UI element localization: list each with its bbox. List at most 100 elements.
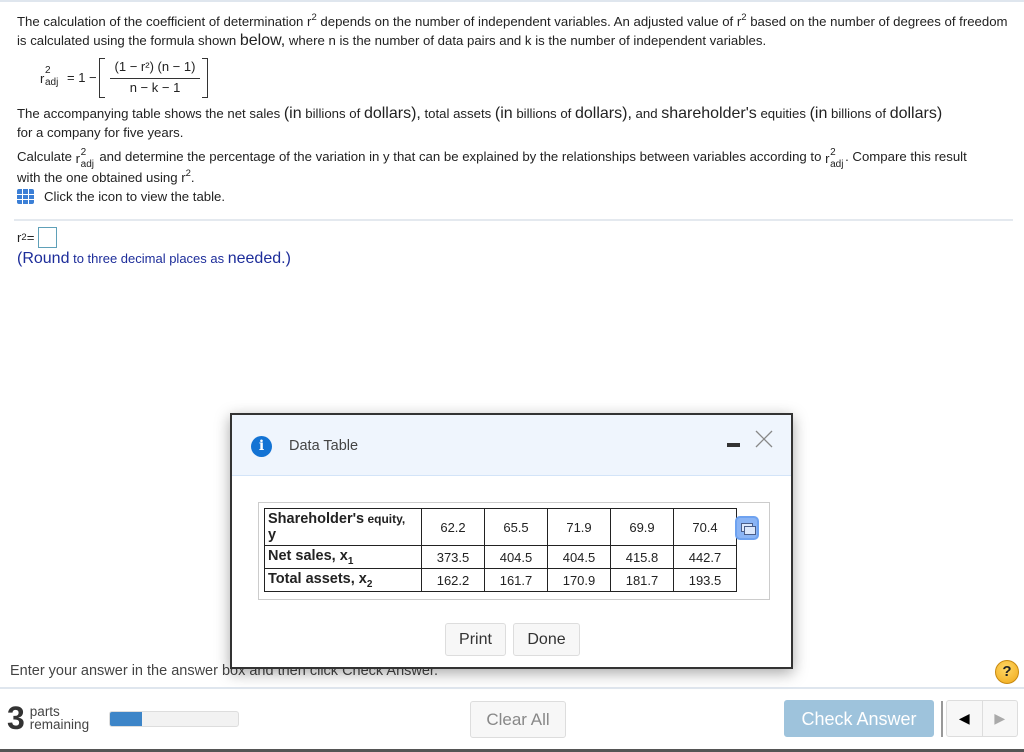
table-row: Total assets, x2 162.2 161.7 170.9 181.7 193.… [264, 568, 737, 592]
dialog-title: Data Table [289, 438, 359, 454]
fraction-bar [110, 78, 200, 79]
description-segment: billions of [827, 106, 890, 121]
row-label: Net sales, x [268, 547, 348, 564]
description-segment: (in [809, 105, 828, 122]
description-segment: billions of [301, 106, 364, 121]
progress-bar [109, 711, 239, 727]
previous-button[interactable]: ◀ [947, 701, 983, 736]
table-cell: 404.5 [484, 545, 548, 569]
hint-mid: to three decimal places as [69, 251, 228, 266]
parts-label: parts remaining [29, 705, 90, 732]
table-cell: 193.5 [673, 568, 737, 592]
description-segment: dollars), [363, 105, 421, 122]
row-header: Total assets, x2 [264, 568, 422, 592]
question-intro: The calculation of the coefficient of de… [17, 12, 1012, 50]
r-adj-symbol: r 2 adj [825, 147, 845, 170]
question-navigation: ◀ ▶ [946, 700, 1018, 737]
sub: adj [80, 159, 95, 170]
row-header: Shareholder's equity, y [264, 508, 422, 546]
table-cell: 170.9 [547, 568, 611, 592]
intro-text-d: where n is the number of data pairs and … [285, 33, 767, 48]
table-cell: 71.9 [547, 508, 611, 546]
rounding-hint: (Round to three decimal places as needed… [17, 250, 291, 268]
formula-sub: adj [45, 77, 59, 88]
intro-text-a: The calculation of the coefficient of de… [17, 14, 312, 29]
table-row: Shareholder's equity, y 62.2 65.5 71.9 69.9 70… [264, 508, 737, 546]
description-segment: dollars) [889, 105, 943, 122]
formula-sup: 2 [45, 65, 51, 76]
table-cell: 181.7 [610, 568, 674, 592]
adjusted-r2-formula: r 2 adj = 1 − (1 − r²) (n − 1) n − k − 1 [40, 58, 240, 100]
info-icon: i [251, 436, 272, 457]
hint-open: (Round [17, 250, 70, 267]
row-label-subscript: 1 [347, 555, 354, 567]
table-grid-icon[interactable] [17, 189, 34, 204]
task-text-d: with the one obtained using r [17, 170, 186, 185]
view-table-text: Click the icon to view the table. [44, 189, 226, 204]
help-icon[interactable]: ? [995, 660, 1019, 684]
task-text-b: and determine the percentage of the vari… [95, 149, 826, 164]
parts-remaining: 3 parts remaining [7, 702, 89, 734]
description-segment: (in [283, 105, 302, 122]
description-segment: total assets [420, 106, 495, 121]
description-segment: and [631, 106, 662, 121]
minimize-icon[interactable] [727, 443, 740, 447]
table-cell: 69.9 [610, 508, 674, 546]
row-label: Shareholder's [268, 511, 365, 527]
row-label-subscript: 2 [366, 578, 373, 590]
description-segment: equities [756, 106, 810, 121]
task-text-c: . Compare this result [845, 149, 967, 164]
row-label-small: equity, [364, 512, 406, 526]
progress-fill [110, 712, 142, 726]
copy-to-clipboard-icon[interactable] [735, 516, 759, 540]
data-table: Shareholder's equity, y 62.2 65.5 71.9 69.9 70… [264, 508, 737, 592]
table-row: Net sales, x1 373.5 404.5 404.5 415.8 442.7 [264, 545, 737, 569]
sub: adj [830, 159, 844, 170]
table-cell: 162.2 [421, 568, 485, 592]
parts-label-2: remaining [29, 717, 90, 732]
formula-denominator: n − k − 1 [129, 80, 181, 95]
close-icon[interactable] [755, 430, 773, 448]
task-text-a: Calculate [17, 149, 76, 164]
next-button[interactable]: ▶ [983, 701, 1018, 736]
description-segment: billions of [512, 106, 575, 121]
r: r [825, 151, 830, 166]
intro-text-b: depends on the number of independent var… [316, 14, 742, 29]
nav-separator [941, 701, 943, 737]
footer-divider [0, 687, 1024, 689]
formula-numerator: (1 − r²) (n − 1) [114, 59, 196, 74]
data-table-dialog: i Data Table Shareholder's equity, y 62.2 6… [230, 413, 793, 669]
check-answer-button[interactable]: Check Answer [784, 700, 934, 737]
formula-r: r [40, 71, 45, 86]
table-cell: 404.5 [547, 545, 611, 569]
task-text-e: . [190, 170, 195, 185]
r: r [75, 151, 81, 166]
answer-equals: = [26, 230, 35, 245]
divider [14, 219, 1013, 221]
right-bracket [202, 58, 208, 98]
task-instructions: Calculate r 2 adj and determine the percen… [17, 146, 1012, 188]
r2-answer-input[interactable] [38, 227, 58, 248]
intro-text-below: below, [239, 32, 286, 49]
answer-row: r2 = [17, 227, 58, 248]
table-cell: 65.5 [484, 508, 548, 546]
data-table-container: Shareholder's equity, y 62.2 65.5 71.9 69.9 70… [258, 502, 770, 600]
hint-end: needed.) [227, 250, 291, 267]
description-segment: The accompanying table shows the net sal… [17, 106, 284, 121]
table-cell: 442.7 [673, 545, 737, 569]
table-cell: 70.4 [673, 508, 737, 546]
row-label: Total assets, x [268, 570, 367, 587]
view-table-link[interactable]: Click the icon to view the table. [17, 189, 225, 204]
description-segment: shareholder's [661, 105, 757, 122]
table-cell: 373.5 [421, 545, 485, 569]
dialog-header: i Data Table [232, 415, 791, 476]
formula-lhs: r 2 adj [40, 65, 60, 88]
print-button[interactable]: Print [445, 623, 506, 656]
table-cell: 415.8 [610, 545, 674, 569]
done-button[interactable]: Done [513, 623, 580, 656]
table-description: The accompanying table shows the net sal… [17, 104, 1012, 142]
row-header: Net sales, x1 [264, 545, 422, 569]
clear-all-button[interactable]: Clear All [470, 701, 566, 738]
parts-count: 3 [7, 700, 25, 736]
description-segment: dollars), [574, 105, 632, 122]
